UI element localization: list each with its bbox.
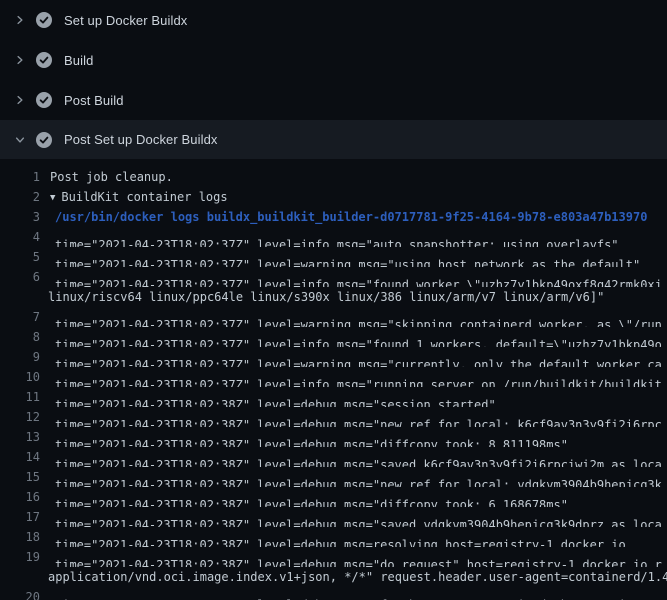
line-number[interactable]: 19: [0, 547, 40, 567]
log-line: 16time="2021-04-23T18:02:38Z" level=debu…: [0, 487, 667, 507]
line-number[interactable]: 16: [0, 487, 40, 507]
log-text: time="2021-04-23T18:02:37Z" level=warnin…: [40, 347, 667, 367]
step-title: Build: [64, 53, 93, 68]
log-line: 19time="2021-04-23T18:02:38Z" level=debu…: [0, 547, 667, 567]
log-line: 3/usr/bin/docker logs buildx_buildkit_bu…: [0, 207, 667, 227]
line-number: [0, 567, 40, 587]
step-header-build[interactable]: Build: [0, 40, 667, 80]
check-circle-icon: [36, 12, 52, 28]
log-wrapped-text: application/vnd.oci.image.index.v1+json,…: [40, 567, 667, 587]
log-wrapped-text: linux/riscv64 linux/ppc64le linux/s390x …: [40, 287, 667, 307]
line-number[interactable]: 13: [0, 427, 40, 447]
log-line: 7time="2021-04-23T18:02:37Z" level=warni…: [0, 307, 667, 327]
line-number[interactable]: 17: [0, 507, 40, 527]
step-list: Set up Docker Buildx Build Post Build Post …: [0, 0, 667, 159]
log-text: Post job cleanup.: [40, 167, 667, 187]
check-circle-icon: [36, 132, 52, 148]
line-number[interactable]: 11: [0, 387, 40, 407]
line-number[interactable]: 3: [0, 207, 40, 227]
log-line: 11time="2021-04-23T18:02:38Z" level=debu…: [0, 387, 667, 407]
step-title: Post Build: [64, 93, 124, 108]
log-command-text: /usr/bin/docker logs buildx_buildkit_bui…: [40, 207, 667, 227]
log-text: time="2021-04-23T18:02:38Z" level=debug …: [40, 427, 667, 447]
log-line: 15time="2021-04-23T18:02:38Z" level=debu…: [0, 467, 667, 487]
log-output: 1Post job cleanup.2 ▼ BuildKit container l…: [0, 159, 667, 600]
line-number[interactable]: 5: [0, 247, 40, 267]
log-text: time="2021-04-23T18:02:37Z" level=warnin…: [40, 247, 667, 267]
log-line: 12time="2021-04-23T18:02:38Z" level=debu…: [0, 407, 667, 427]
log-line: 18time="2021-04-23T18:02:38Z" level=debu…: [0, 527, 667, 547]
line-number[interactable]: 20: [0, 587, 40, 600]
log-line: 5time="2021-04-23T18:02:37Z" level=warni…: [0, 247, 667, 267]
chevron-right-icon: [13, 13, 27, 27]
check-circle-icon: [36, 52, 52, 68]
log-line: 17time="2021-04-23T18:02:38Z" level=debu…: [0, 507, 667, 527]
line-number[interactable]: 4: [0, 227, 40, 247]
actions-log-viewer: Set up Docker Buildx Build Post Build Post …: [0, 0, 667, 600]
line-number[interactable]: 8: [0, 327, 40, 347]
log-line: 20time="2021-04-23T18:02:38Z" level=debu…: [0, 587, 667, 600]
log-text: time="2021-04-23T18:02:37Z" level=warnin…: [40, 307, 667, 327]
log-group-header[interactable]: ▼ BuildKit container logs: [40, 187, 667, 207]
log-text: time="2021-04-23T18:02:38Z" level=debug …: [40, 507, 667, 527]
line-number[interactable]: 2: [0, 187, 40, 207]
chevron-right-icon: [13, 53, 27, 67]
log-line: 6time="2021-04-23T18:02:37Z" level=info …: [0, 267, 667, 287]
log-text: time="2021-04-23T18:02:37Z" level=info m…: [40, 327, 667, 347]
log-text: time="2021-04-23T18:02:37Z" level=info m…: [40, 367, 667, 387]
log-text: time="2021-04-23T18:02:38Z" level=debug …: [40, 387, 667, 407]
line-number[interactable]: 1: [0, 167, 40, 187]
log-text: time="2021-04-23T18:02:38Z" level=debug …: [40, 527, 667, 547]
log-text: time="2021-04-23T18:02:37Z" level=info m…: [40, 267, 667, 287]
log-line: 9time="2021-04-23T18:02:37Z" level=warni…: [0, 347, 667, 367]
line-number[interactable]: 7: [0, 307, 40, 327]
line-number[interactable]: 10: [0, 367, 40, 387]
step-header-post-set-up-docker-buildx[interactable]: Post Set up Docker Buildx: [0, 120, 667, 159]
log-text: time="2021-04-23T18:02:38Z" level=debug …: [40, 467, 667, 487]
line-number[interactable]: 18: [0, 527, 40, 547]
log-line: 4time="2021-04-23T18:02:37Z" level=info …: [0, 227, 667, 247]
log-text: time="2021-04-23T18:02:38Z" level=debug …: [40, 487, 667, 507]
log-line: 8time="2021-04-23T18:02:37Z" level=info …: [0, 327, 667, 347]
log-line: 13time="2021-04-23T18:02:38Z" level=debu…: [0, 427, 667, 447]
check-circle-icon: [36, 92, 52, 108]
step-title: Set up Docker Buildx: [64, 13, 187, 28]
group-title: BuildKit container logs: [61, 190, 227, 204]
log-text: time="2021-04-23T18:02:38Z" level=debug …: [40, 407, 667, 427]
line-number[interactable]: 15: [0, 467, 40, 487]
step-title: Post Set up Docker Buildx: [64, 132, 218, 147]
log-text: time="2021-04-23T18:02:37Z" level=info m…: [40, 227, 667, 247]
log-text: time="2021-04-23T18:02:38Z" level=debug …: [40, 447, 667, 467]
line-number[interactable]: 14: [0, 447, 40, 467]
log-text: time="2021-04-23T18:02:38Z" level=debug …: [40, 587, 667, 600]
chevron-right-icon: [13, 93, 27, 107]
log-text: time="2021-04-23T18:02:38Z" level=debug …: [40, 547, 667, 567]
triangle-expanded-icon: ▼: [50, 188, 55, 207]
line-number: [0, 287, 40, 307]
log-line: application/vnd.oci.image.index.v1+json,…: [0, 567, 667, 587]
log-line: 1Post job cleanup.: [0, 167, 667, 187]
step-header-set-up-docker-buildx[interactable]: Set up Docker Buildx: [0, 0, 667, 40]
line-number[interactable]: 6: [0, 267, 40, 287]
step-header-post-build[interactable]: Post Build: [0, 80, 667, 120]
line-number[interactable]: 9: [0, 347, 40, 367]
log-line: linux/riscv64 linux/ppc64le linux/s390x …: [0, 287, 667, 307]
chevron-down-icon: [13, 133, 27, 147]
log-line: 10time="2021-04-23T18:02:37Z" level=info…: [0, 367, 667, 387]
log-line: 2 ▼ BuildKit container logs: [0, 187, 667, 207]
log-line: 14time="2021-04-23T18:02:38Z" level=debu…: [0, 447, 667, 467]
line-number[interactable]: 12: [0, 407, 40, 427]
